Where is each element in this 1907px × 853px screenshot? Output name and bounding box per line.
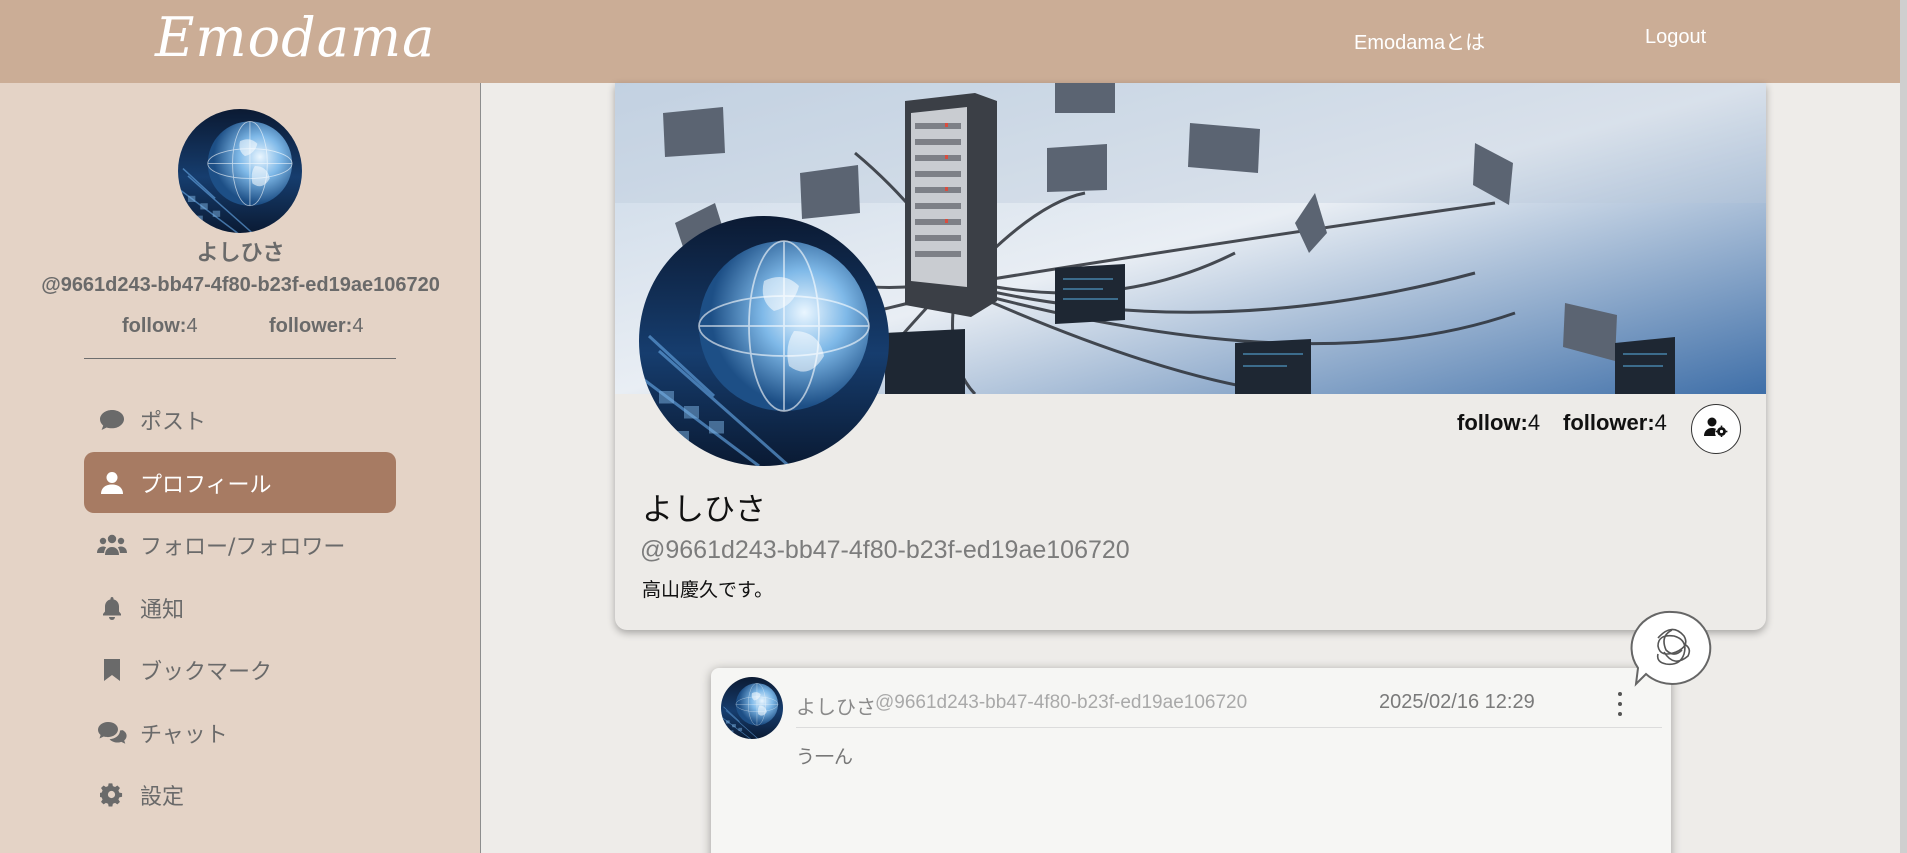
post-divider (796, 727, 1662, 728)
logo[interactable]: Emodama (155, 6, 435, 69)
profile-name: よしひさ (642, 492, 766, 528)
sidebar-follower-count[interactable]: follower:4 (269, 315, 363, 338)
profile-bio: 高山慶久です。 (642, 579, 774, 601)
user-gear-icon (1704, 417, 1728, 441)
profile-follower-value: 4 (1654, 410, 1667, 435)
chat-bubble-icon (90, 409, 134, 431)
sidebar-follow-label: follow: (122, 315, 187, 337)
profile-avatar[interactable] (639, 216, 889, 466)
sidebar-item-label: フォロー/フォロワー (140, 534, 346, 560)
sidebar-item-label: 通知 (140, 597, 185, 623)
users-icon (90, 534, 134, 556)
profile-follow-label: follow: (1457, 410, 1528, 435)
sidebar-item-settings[interactable]: 設定 (84, 764, 396, 825)
sidebar-item-follow[interactable]: フォロー/フォロワー (84, 514, 396, 575)
profile-follower-label: follower: (1563, 410, 1655, 435)
sidebar-item-label: ブックマーク (140, 659, 273, 685)
sidebar-item-label: チャット (140, 722, 228, 748)
sidebar-user-name: よしひさ (196, 241, 285, 266)
vertical-ellipsis-icon[interactable] (1615, 692, 1625, 716)
sidebar-item-label: プロフィール (140, 472, 272, 498)
top-header: Emodama Emodamaとは Logout (0, 0, 1907, 83)
comments-icon (90, 721, 134, 745)
gear-icon (90, 782, 134, 807)
sidebar: よしひさ @9661d243-bb47-4f80-b23f-ed19ae1067… (0, 83, 481, 853)
sidebar-avatar[interactable] (178, 109, 302, 233)
scrollbar-track[interactable] (1900, 0, 1907, 853)
post-author-handle: @9661d243-bb47-4f80-b23f-ed19ae106720 (875, 692, 1248, 713)
bookmark-icon (90, 658, 134, 682)
profile-follower-count[interactable]: follower:4 (1563, 410, 1667, 436)
sidebar-item-bookmarks[interactable]: ブックマーク (84, 639, 396, 700)
profile-follow-value: 4 (1527, 410, 1541, 435)
sidebar-item-notifications[interactable]: 通知 (84, 577, 396, 638)
logout-link[interactable]: Logout (1645, 26, 1706, 49)
post-timestamp: 2025/02/16 12:29 (1379, 691, 1535, 713)
about-link[interactable]: Emodamaとは (1354, 26, 1485, 55)
sidebar-follow-count[interactable]: follow:4 (122, 315, 198, 338)
sidebar-item-label: ポスト (140, 409, 207, 435)
sidebar-user-handle: @9661d243-bb47-4f80-b23f-ed19ae106720 (41, 274, 440, 296)
post-avatar[interactable] (721, 677, 783, 739)
profile-handle: @9661d243-bb47-4f80-b23f-ed19ae106720 (640, 536, 1130, 564)
tangled-scribble-speech-icon[interactable] (1628, 608, 1716, 694)
sidebar-item-profile[interactable]: プロフィール (84, 452, 396, 513)
post-body: う一ん (796, 746, 854, 768)
sidebar-follow-value: 4 (186, 315, 198, 337)
sidebar-item-label: 設定 (140, 784, 185, 810)
sidebar-follower-label: follower: (269, 315, 353, 337)
user-icon (90, 471, 134, 495)
sidebar-divider (84, 358, 396, 359)
bell-icon (90, 596, 134, 620)
sidebar-item-chat[interactable]: チャット (84, 702, 396, 763)
profile-follow-count[interactable]: follow:4 (1457, 410, 1540, 436)
profile-settings-button[interactable] (1691, 404, 1741, 454)
sidebar-follower-value: 4 (352, 315, 364, 337)
post-author-name[interactable]: よしひさ (796, 691, 876, 720)
sidebar-item-post[interactable]: ポスト (84, 389, 396, 450)
